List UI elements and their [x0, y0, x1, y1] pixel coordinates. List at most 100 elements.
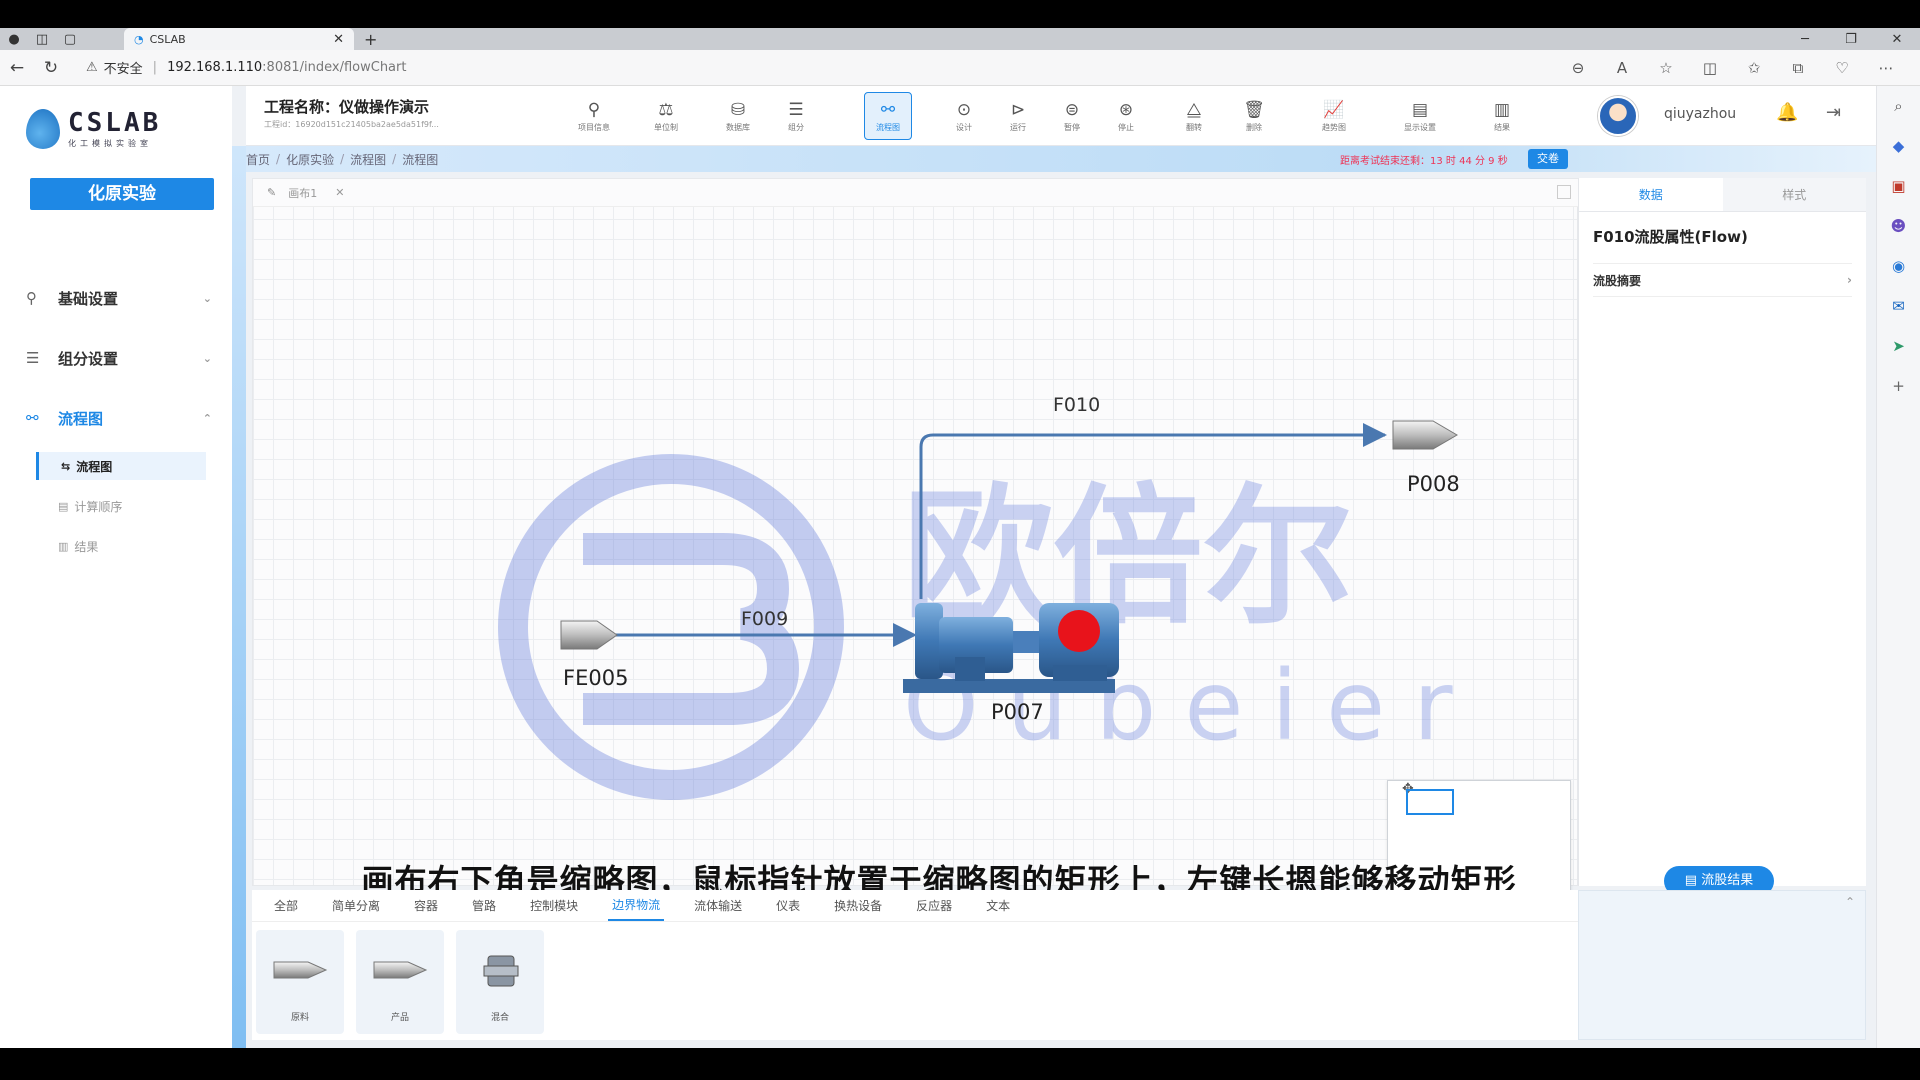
palette-tab-heat-exchange[interactable]: 换热设备: [830, 891, 886, 920]
tool-label: 结果: [1494, 122, 1510, 132]
palette-item-product[interactable]: 产品: [356, 930, 444, 1034]
design-icon: ⊙: [956, 99, 972, 120]
palette-item-mixer[interactable]: 混合: [456, 930, 544, 1034]
minimap-viewport-rect[interactable]: [1406, 789, 1454, 815]
tool-pause[interactable]: ⊜ 暂停: [1048, 92, 1096, 140]
palette-item-feed[interactable]: 原料: [256, 930, 344, 1034]
extensions-icon[interactable]: ♡: [1820, 59, 1864, 77]
people-icon[interactable]: ☻: [1877, 206, 1920, 246]
palette-tab-vessel[interactable]: 容器: [410, 891, 442, 920]
palette-tab-control[interactable]: 控制模块: [526, 891, 582, 920]
node-p008-label: P008: [1407, 472, 1460, 496]
screen-frame: ● ◫ ▢ ◔ CSLAB ✕ + ─ ❐ ✕ ← ↻ ⚠ 不安全 | 192.…: [0, 0, 1920, 1080]
tag-icon[interactable]: ◆: [1877, 126, 1920, 166]
flowchart-canvas[interactable]: ✎ 画布1 ✕ 欧倍尔 Oubeier F009 F010 FE005 P008…: [252, 178, 1579, 886]
exam-countdown: 距离考试结束还剩：13 时 44 分 9 秒: [1340, 156, 1508, 167]
tool-flip[interactable]: ⧋ 翻转: [1170, 92, 1218, 140]
palette-tab-piping[interactable]: 管路: [468, 891, 500, 920]
tool-trend[interactable]: 📈 趋势图: [1310, 92, 1358, 140]
new-tab-icon[interactable]: +: [364, 30, 377, 49]
browser-tab[interactable]: ◔ CSLAB ✕: [124, 28, 354, 50]
send-icon[interactable]: ➤: [1877, 326, 1920, 366]
window-controls: ─ ❐ ✕: [1782, 32, 1920, 47]
zoom-icon[interactable]: ⊖: [1556, 59, 1600, 77]
palette-tab-fluid-transport[interactable]: 流体输送: [690, 891, 746, 920]
tool-delete[interactable]: 🗑 删除: [1230, 92, 1278, 140]
breadcrumb-current: 流程图: [402, 152, 439, 167]
tool-design[interactable]: ⊙ 设计: [940, 92, 988, 140]
avatar[interactable]: [1598, 96, 1638, 136]
logout-icon[interactable]: ⇥: [1826, 102, 1841, 123]
profile-icon[interactable]: ●: [0, 28, 28, 50]
tool-database[interactable]: ⛁ 数据库: [714, 92, 762, 140]
minimize-icon[interactable]: ─: [1782, 32, 1828, 47]
url-field[interactable]: ⚠ 不安全 | 192.168.1.110 :8081/index/flowCh…: [86, 58, 406, 77]
results-icon: ▥: [58, 539, 69, 553]
breadcrumb-home[interactable]: 首页: [246, 151, 270, 168]
more-icon[interactable]: ⋯: [1864, 59, 1908, 77]
tool-components[interactable]: ☰ 组分: [772, 92, 820, 140]
palette-tab-all[interactable]: 全部: [270, 891, 302, 920]
product-p008-shape: [1392, 420, 1458, 450]
bell-icon[interactable]: 🔔: [1776, 102, 1798, 123]
component-palette: 原料 产品 混合: [252, 922, 1578, 1040]
chevron-up-icon[interactable]: ⌃: [1845, 895, 1855, 909]
tab-style[interactable]: 样式: [1722, 178, 1866, 211]
tool-results[interactable]: ▥ 结果: [1478, 92, 1526, 140]
nav-group-flowchart[interactable]: ⚯ 流程图 ⌃: [26, 404, 212, 432]
tab-data[interactable]: 数据: [1579, 178, 1723, 211]
collections-icon[interactable]: ⧉: [1776, 59, 1820, 77]
palette-tab-separation[interactable]: 简单分离: [328, 891, 384, 920]
sidebar-item-results[interactable]: ▥ 结果: [36, 532, 206, 560]
sidebar-item-calc-order[interactable]: ▤ 计算顺序: [36, 492, 206, 520]
security-label: 不安全: [103, 62, 143, 77]
chevron-down-icon: ⌄: [202, 351, 212, 365]
nav-group-component-settings[interactable]: ☰ 组分设置 ⌄: [26, 344, 212, 372]
submit-exam-button[interactable]: 交卷: [1528, 149, 1568, 169]
nav-group-basic-settings[interactable]: ⚲ 基础设置 ⌄: [26, 284, 212, 312]
palette-tab-reactor[interactable]: 反应器: [912, 891, 956, 920]
tool-label: 项目信息: [578, 122, 610, 132]
favorite-star-icon[interactable]: ☆: [1644, 59, 1688, 77]
workspaces-icon[interactable]: ◫: [28, 28, 56, 50]
back-icon[interactable]: ←: [0, 58, 34, 78]
reload-icon[interactable]: ↻: [34, 58, 68, 78]
experiment-button[interactable]: 化原实验: [30, 178, 214, 210]
stream-summary-row[interactable]: 流股摘要 ›: [1593, 263, 1852, 297]
sidebar-item-flowchart[interactable]: ⇆ 流程图: [36, 452, 206, 480]
tool-run[interactable]: ⊳ 运行: [994, 92, 1042, 140]
feed-arrow-icon: [273, 961, 328, 979]
chevron-down-icon: ⌄: [202, 291, 212, 305]
tool-label: 组分: [788, 122, 804, 132]
project-id: 工程id：16920d151c21405ba2ae5da51f9f...: [264, 120, 439, 129]
tool-stop[interactable]: ⊛ 停止: [1102, 92, 1150, 140]
palette-tab-instrument[interactable]: 仪表: [772, 891, 804, 920]
tool-units[interactable]: ⚖ 单位制: [642, 92, 690, 140]
palette-tab-text[interactable]: 文本: [982, 891, 1014, 920]
username[interactable]: qiuyazhou: [1664, 106, 1736, 122]
add-icon[interactable]: +: [1877, 366, 1920, 406]
palette-tab-boundary-stream[interactable]: 边界物流: [608, 890, 665, 921]
tool-flowchart[interactable]: ⚯ 流程图: [864, 92, 912, 140]
palette-tabs: 全部 简单分离 容器 管路 控制模块 边界物流 流体输送 仪表 换热设备 反应器…: [252, 890, 1578, 922]
nav-group-label: 流程图: [58, 409, 104, 428]
outlook-icon[interactable]: ✉: [1877, 286, 1920, 326]
briefcase-icon[interactable]: ▣: [1877, 166, 1920, 206]
breadcrumb-experiment[interactable]: 化原实验: [286, 151, 334, 168]
search-icon[interactable]: ⌕: [1877, 86, 1920, 126]
split-screen-icon[interactable]: ◫: [1688, 59, 1732, 77]
breadcrumb-flowchart[interactable]: 流程图: [350, 151, 386, 168]
tab-close-icon[interactable]: ✕: [333, 32, 344, 47]
maximize-icon[interactable]: ❐: [1828, 32, 1874, 47]
favorites-icon[interactable]: ✩: [1732, 59, 1776, 77]
copilot-icon[interactable]: ◉: [1877, 246, 1920, 286]
top-toolbar: 工程名称：仪做操作演示 工程id：16920d151c21405ba2ae5da…: [246, 86, 1876, 146]
tool-display-settings[interactable]: ▤ 显示设置: [1396, 92, 1444, 140]
close-window-icon[interactable]: ✕: [1874, 32, 1920, 47]
project-title: 工程名称：仪做操作演示: [264, 98, 430, 116]
breadcrumb-separator: /: [276, 152, 281, 166]
tab-actions-icon[interactable]: ▢: [56, 28, 84, 50]
tool-project-info[interactable]: ⚲ 项目信息: [570, 92, 618, 140]
read-aloud-icon[interactable]: A: [1600, 59, 1644, 77]
brand-name: CSLAB: [68, 108, 162, 138]
